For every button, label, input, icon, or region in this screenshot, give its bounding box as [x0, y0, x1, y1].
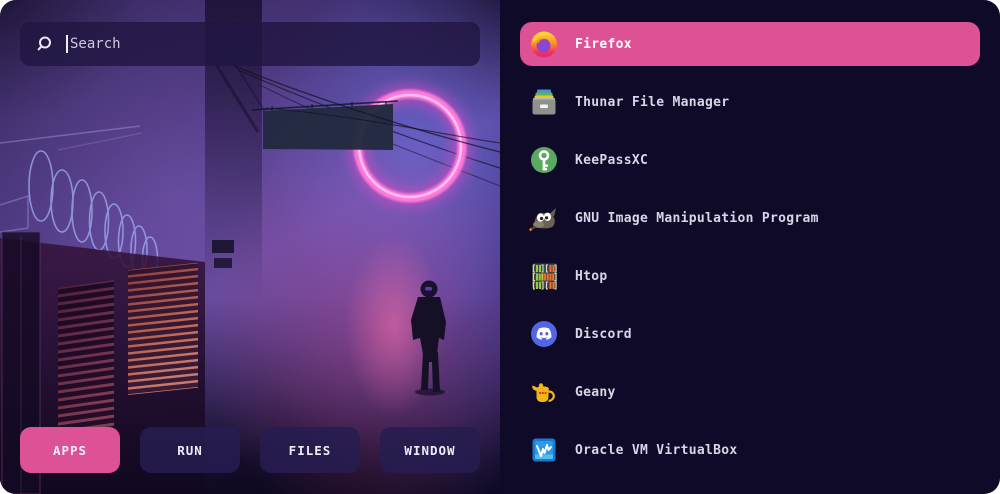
app-row-virtualbox[interactable]: Oracle VM VirtualBox [520, 428, 980, 472]
search-icon [34, 34, 54, 54]
tab-window[interactable]: WINDOW [380, 427, 480, 473]
tab-run[interactable]: RUN [140, 427, 240, 473]
app-label: Geany [575, 385, 616, 400]
discord-icon [528, 318, 560, 350]
app-label: Htop [575, 269, 608, 284]
gimp-icon [528, 202, 560, 234]
app-row-keepassxc[interactable]: KeePassXC [520, 138, 980, 182]
walking-figure [411, 281, 446, 396]
app-row-gimp[interactable]: GNU Image Manipulation Program [520, 196, 980, 240]
geany-icon [528, 376, 560, 408]
tab-apps[interactable]: APPS [20, 427, 120, 473]
app-row-thunar[interactable]: Thunar File Manager [520, 80, 980, 124]
thunar-icon [528, 86, 560, 118]
mode-tabs: APPS RUN FILES WINDOW [20, 427, 480, 473]
search-input[interactable] [70, 36, 466, 52]
search-bar[interactable] [20, 22, 480, 66]
keepassxc-icon [528, 144, 560, 176]
virtualbox-icon [528, 434, 560, 466]
wallpaper-scene [0, 0, 500, 494]
launcher-window: APPS RUN FILES WINDOW Firefox [0, 0, 1000, 494]
app-label: Discord [575, 327, 632, 342]
app-label: Thunar File Manager [575, 95, 729, 110]
roller-shutter [128, 263, 198, 395]
htop-icon [528, 260, 560, 292]
tab-files[interactable]: FILES [260, 427, 360, 473]
app-label: Firefox [575, 37, 632, 52]
app-row-htop[interactable]: Htop [520, 254, 980, 298]
app-label: Oracle VM VirtualBox [575, 443, 738, 458]
roller-shutter [58, 280, 114, 438]
left-panel: APPS RUN FILES WINDOW [0, 0, 500, 494]
app-list: Firefox Thunar File Manager KeePassXC [500, 0, 1000, 494]
billboard [263, 104, 393, 150]
app-row-discord[interactable]: Discord [520, 312, 980, 356]
firefox-icon [528, 28, 560, 60]
text-cursor [66, 35, 68, 53]
app-row-firefox[interactable]: Firefox [520, 22, 980, 66]
app-row-geany[interactable]: Geany [520, 370, 980, 414]
app-label: KeePassXC [575, 153, 648, 168]
app-label: GNU Image Manipulation Program [575, 211, 819, 226]
